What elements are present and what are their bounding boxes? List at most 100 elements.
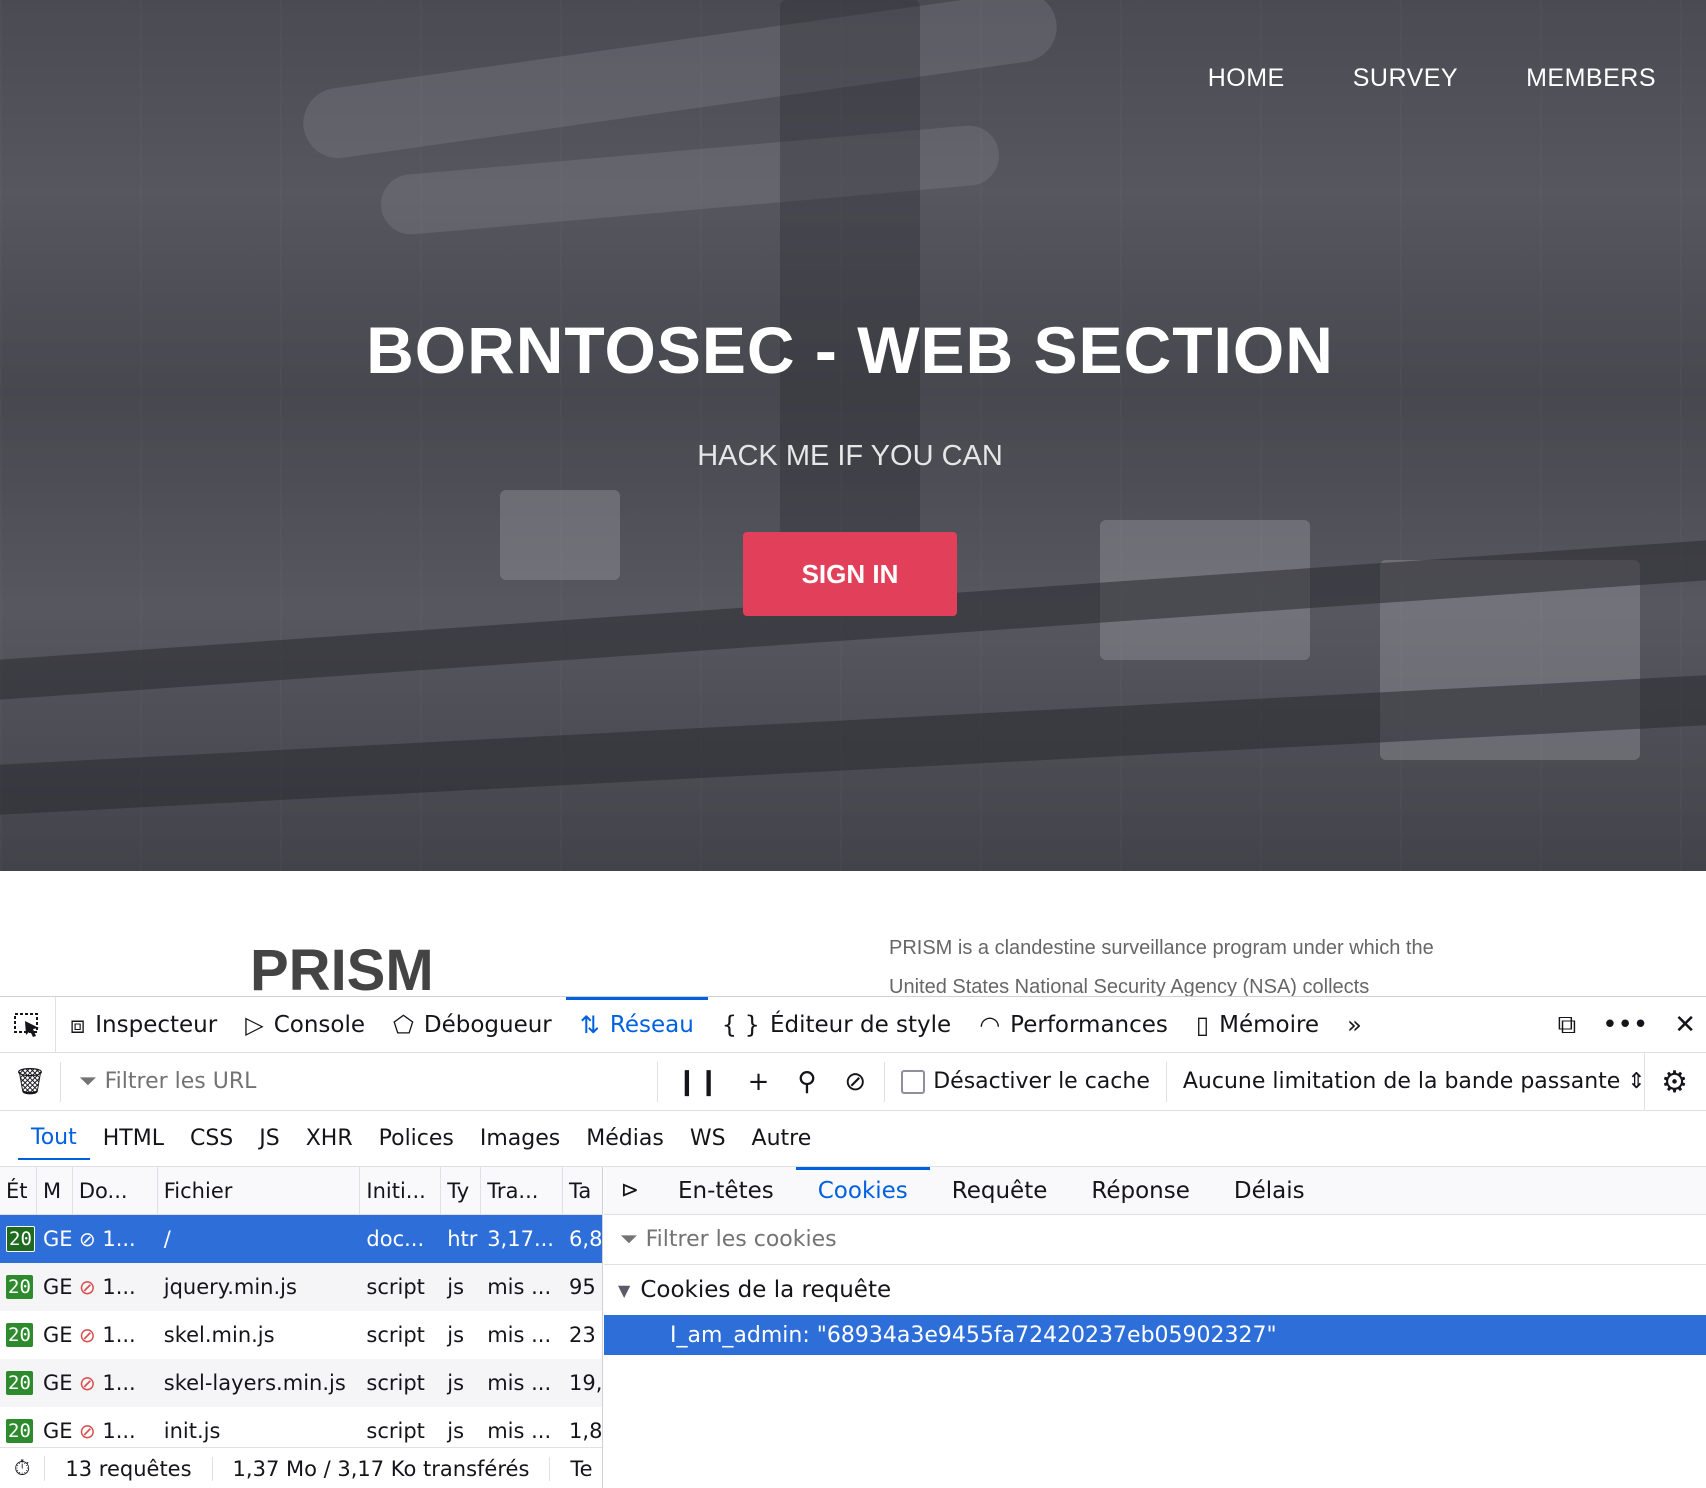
type-filter-js[interactable]: JS <box>246 1118 292 1159</box>
status-badge: 20 <box>6 1323 33 1347</box>
tab-style-editor[interactable]: { } Éditeur de style <box>708 997 965 1053</box>
transferred-cell: mis ... <box>487 1275 552 1299</box>
gauge-icon: ◠ <box>979 1010 1001 1039</box>
type-filter-fonts[interactable]: Polices <box>366 1118 467 1159</box>
hero-overlay <box>0 0 1706 871</box>
cookie-blocked-icon: ⊘ <box>78 1227 96 1251</box>
tab-request[interactable]: Requête <box>930 1167 1070 1215</box>
filter-actions: ❙❙ + ⚲ ⊘ <box>658 1061 886 1102</box>
column-header[interactable]: Fichier <box>158 1167 361 1214</box>
nav-members-link[interactable]: MEMBERS <box>1526 64 1656 93</box>
size-cell: 6,8 <box>569 1227 602 1251</box>
throttle-select[interactable]: Aucune limitation de la bande passante ⇕ <box>1167 1069 1662 1094</box>
sign-in-button[interactable]: SIGN IN <box>743 532 957 616</box>
column-header[interactable]: Initi... <box>360 1167 442 1214</box>
table-row[interactable]: 20 GE ⊘ 1... skel.min.js script js mis .… <box>0 1311 602 1359</box>
prism-section: PRISM PRISM is a clandestine surveillanc… <box>0 871 1706 996</box>
method-cell: GE <box>42 1275 73 1299</box>
type-cell: js <box>447 1275 465 1299</box>
type-cell: htr <box>447 1227 478 1251</box>
cookie-blocked-icon: ⊘ <box>78 1275 96 1299</box>
size-cell: 19, <box>569 1371 602 1395</box>
checkbox-box[interactable] <box>901 1069 926 1094</box>
type-filter-bar: Tout HTML CSS JS XHR Polices Images Médi… <box>0 1111 1706 1167</box>
request-cookies-group[interactable]: ▼ Cookies de la requête <box>604 1265 1706 1315</box>
type-filter-media[interactable]: Médias <box>573 1118 677 1159</box>
tab-label: Inspecteur <box>95 1011 218 1038</box>
url-filter-input[interactable]: ⏷ Filtrer les URL <box>60 1061 658 1102</box>
type-filter-images[interactable]: Images <box>467 1118 573 1159</box>
method-cell: GE <box>42 1323 73 1347</box>
tab-console[interactable]: ▷ Console <box>231 997 379 1053</box>
status-badge: 20 <box>6 1419 33 1443</box>
gear-icon[interactable]: ⚙ <box>1644 1053 1688 1111</box>
hero-section: HOME SURVEY MEMBERS BORNTOSEC - WEB SECT… <box>0 0 1706 871</box>
tab-inspector[interactable]: ⧈ Inspecteur <box>56 997 231 1053</box>
column-header[interactable]: Ty <box>441 1167 482 1214</box>
type-filter-xhr[interactable]: XHR <box>293 1118 366 1159</box>
pause-icon[interactable]: ❙❙ <box>676 1067 720 1097</box>
type-filter-all[interactable]: Tout <box>18 1117 90 1160</box>
element-picker-button[interactable] <box>0 996 56 1053</box>
nav-survey-link[interactable]: SURVEY <box>1353 64 1458 93</box>
chevron-double-right-icon: » <box>1347 1010 1362 1039</box>
tab-timings[interactable]: Délais <box>1212 1167 1327 1215</box>
toggle-sidebar-icon[interactable]: ⊳ <box>604 1178 656 1203</box>
tab-response[interactable]: Réponse <box>1069 1167 1211 1215</box>
cookie-entry[interactable]: I_am_admin: "68934a3e9455fa72420237eb059… <box>604 1315 1706 1355</box>
trash-icon[interactable]: 🗑 <box>0 1067 60 1097</box>
table-row[interactable]: 20 GE ⊘ 1... jquery.min.js script js mis… <box>0 1263 602 1311</box>
tab-performance[interactable]: ◠ Performances <box>965 997 1182 1053</box>
type-filter-other[interactable]: Autre <box>739 1118 825 1159</box>
hero-subtitle: HACK ME IF YOU CAN <box>697 440 1003 472</box>
tab-label: Réseau <box>609 1011 694 1038</box>
initiator-cell: script <box>366 1323 425 1347</box>
initiator-cell: doc... <box>366 1227 425 1251</box>
file-cell: / <box>163 1227 171 1251</box>
tab-headers[interactable]: En-têtes <box>656 1167 796 1215</box>
file-cell: skel.min.js <box>163 1323 275 1347</box>
transferred-cell: mis ... <box>487 1371 552 1395</box>
network-filter-bar: 🗑 ⏷ Filtrer les URL ❙❙ + ⚲ ⊘ Désactiver … <box>0 1053 1706 1111</box>
triangle-down-icon: ▼ <box>618 1280 631 1300</box>
domain-cell: ⊘ 1... <box>73 1263 158 1311</box>
cookie-filter-input[interactable]: ⏷ Filtrer les cookies <box>604 1215 1706 1265</box>
file-cell: jquery.min.js <box>163 1275 297 1299</box>
more-options-icon[interactable]: ••• <box>1602 1010 1648 1040</box>
block-icon[interactable]: ⊘ <box>844 1067 866 1097</box>
more-tabs-button[interactable]: » <box>1333 997 1376 1053</box>
table-row[interactable]: 20 GE ⊘ 1... / doc... htr 3,17... 6,8 <box>0 1215 602 1263</box>
tab-cookies[interactable]: Cookies <box>795 1166 930 1215</box>
table-row[interactable]: 20 GE ⊘ 1... skel-layers.min.js script j… <box>0 1359 602 1407</box>
close-icon[interactable]: ✕ <box>1674 1010 1696 1040</box>
tab-debugger[interactable]: ⬠ Débogueur <box>379 997 566 1053</box>
tab-network[interactable]: ⇅ Réseau <box>565 996 708 1053</box>
type-filter-ws[interactable]: WS <box>677 1118 739 1159</box>
dock-icon[interactable]: ⧉ <box>1558 1010 1577 1041</box>
memory-icon: ▯ <box>1195 1010 1210 1039</box>
disable-cache-checkbox[interactable]: Désactiver le cache <box>885 1061 1167 1102</box>
column-header[interactable]: Tra... <box>481 1167 564 1214</box>
nav-home-link[interactable]: HOME <box>1208 64 1285 93</box>
plus-icon[interactable]: + <box>748 1067 770 1097</box>
cookie-blocked-icon: ⊘ <box>78 1371 96 1395</box>
funnel-icon: ⏷ <box>79 1069 97 1094</box>
details-tabs: ⊳ En-têtes Cookies Requête Réponse Délai… <box>604 1166 1706 1215</box>
type-filter-css[interactable]: CSS <box>177 1118 246 1159</box>
transferred-cell: 3,17... <box>487 1227 554 1251</box>
column-header[interactable]: Ta <box>563 1167 602 1214</box>
search-icon[interactable]: ⚲ <box>797 1067 816 1097</box>
timer-icon[interactable]: ⏱ <box>0 1456 46 1481</box>
cookie-filter-placeholder: Filtrer les cookies <box>645 1227 837 1252</box>
request-details: ⊳ En-têtes Cookies Requête Réponse Délai… <box>604 1166 1706 1488</box>
tab-label: Éditeur de style <box>769 1011 952 1038</box>
method-cell: GE <box>42 1227 73 1251</box>
type-filter-html[interactable]: HTML <box>90 1118 177 1159</box>
column-header[interactable]: Ét <box>0 1167 37 1214</box>
group-label: Cookies de la requête <box>640 1277 892 1303</box>
column-header[interactable]: Do... <box>73 1167 158 1214</box>
column-header[interactable]: M <box>37 1167 73 1214</box>
request-rows: 20 GE ⊘ 1... / doc... htr 3,17... 6,8 20… <box>0 1215 602 1455</box>
status-bar: ⏱ 13 requêtes 1,37 Mo / 3,17 Ko transfér… <box>0 1447 602 1488</box>
tab-memory[interactable]: ▯ Mémoire <box>1182 997 1333 1053</box>
